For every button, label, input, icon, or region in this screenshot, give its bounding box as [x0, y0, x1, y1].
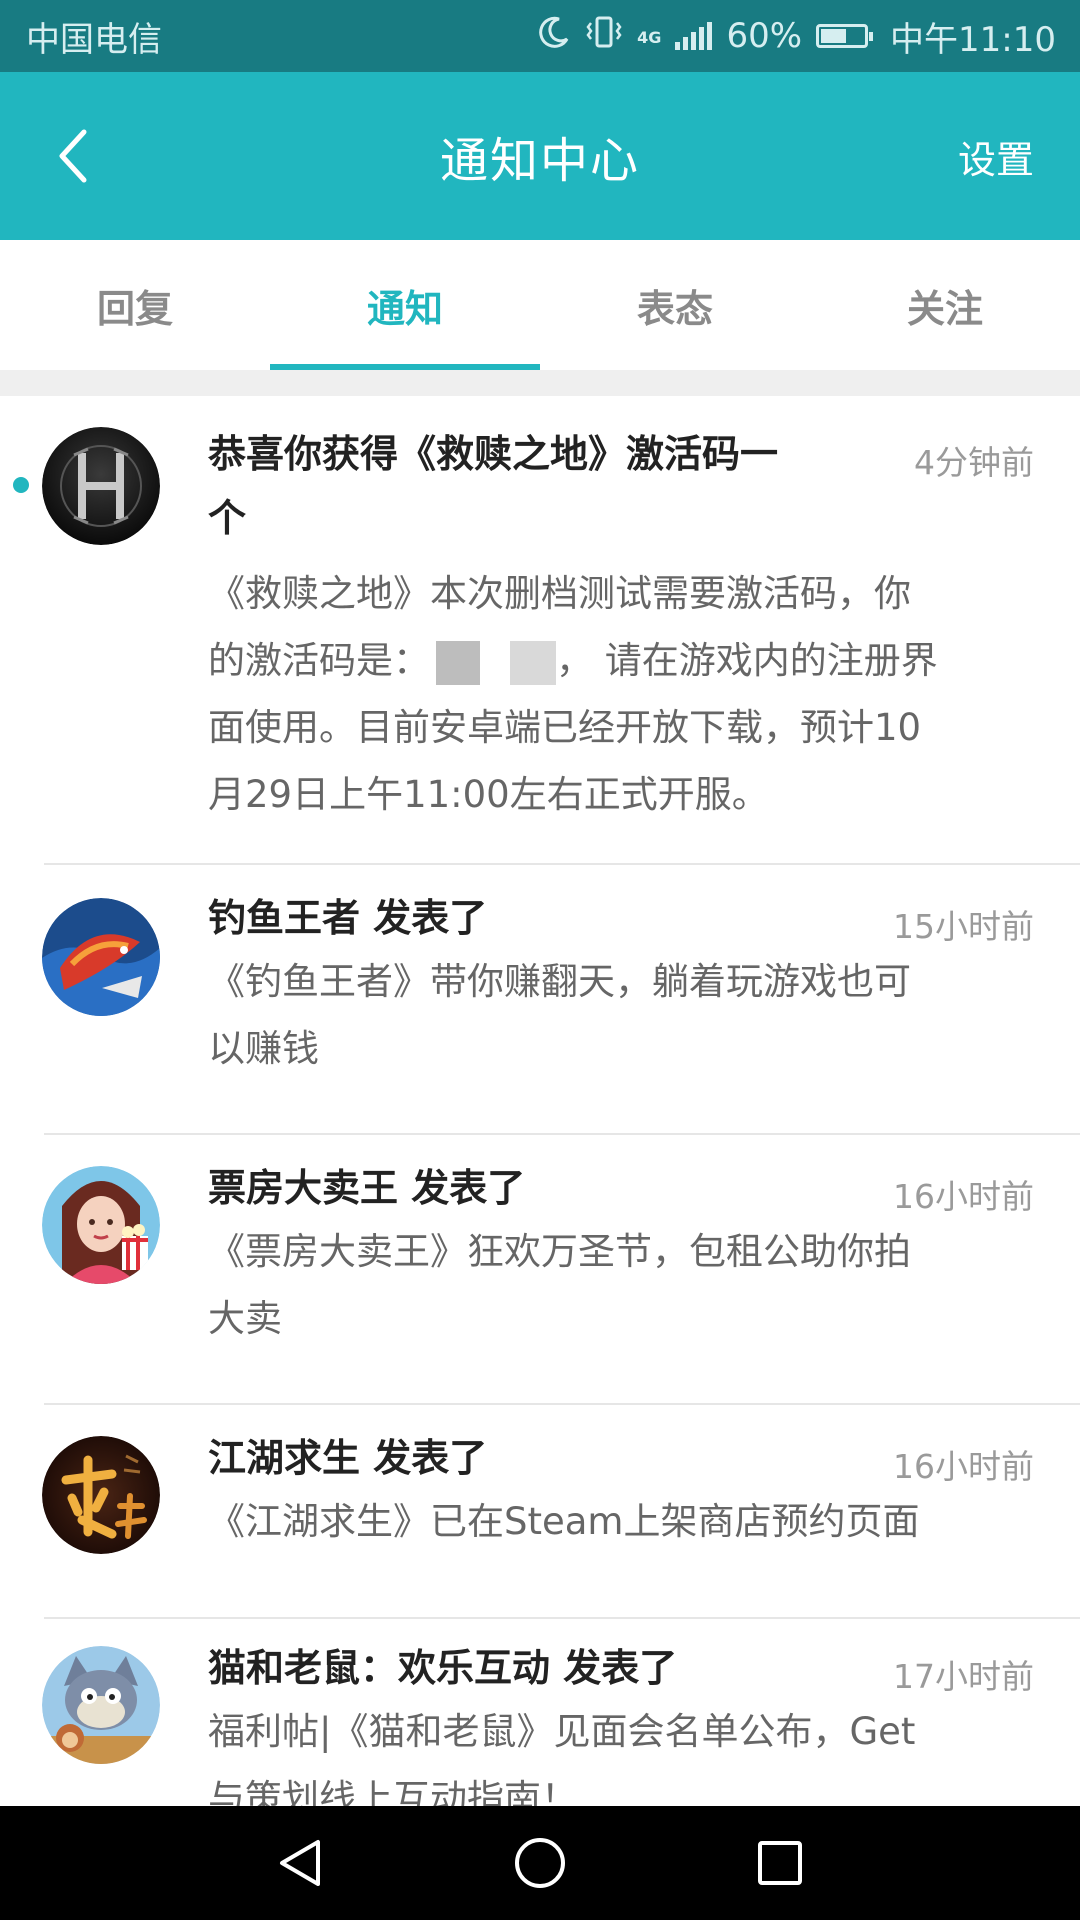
- notification-body: 《票房大卖王》狂欢万圣节，包租公助你拍 大卖: [208, 1230, 911, 1340]
- circle-home-icon: [515, 1838, 565, 1888]
- redacted-code: [436, 640, 480, 685]
- notification-time: 4分钟前: [914, 443, 1034, 482]
- notification-item[interactable]: 钓鱼王者 发表了 15小时前 《钓鱼王者》带你赚翻天，躺着玩游戏也可 以赚钱: [0, 866, 1080, 1136]
- status-icons: 4G 60% 中午11:10: [537, 12, 1080, 61]
- tab-follow[interactable]: 关注: [810, 240, 1080, 370]
- network-type-label: 4G: [637, 27, 662, 47]
- notification-item[interactable]: 恭喜你获得《救赎之地》激活码一 个 4分钟前 《救赎之地》本次删档测试需要激活码…: [0, 396, 1080, 866]
- settings-button[interactable]: 设置: [958, 72, 1034, 240]
- divider: [44, 1617, 1080, 1619]
- section-gap: [0, 370, 1080, 396]
- app-bar: 通知中心 设置: [0, 72, 1080, 240]
- carrier-label: 中国电信: [26, 19, 162, 60]
- triangle-back-icon: [280, 1840, 320, 1886]
- divider: [44, 1133, 1080, 1135]
- battery-percent: 60%: [726, 16, 803, 56]
- nav-home-button[interactable]: [505, 1830, 575, 1896]
- nav-back-button[interactable]: [266, 1830, 336, 1896]
- notification-item[interactable]: 猫和老鼠：欢乐互动 发表了 17小时前 福利帖|《猫和老鼠》见面会名单公布，Ge…: [0, 1620, 1080, 1806]
- page-title: 通知中心: [439, 133, 640, 189]
- notification-title: 恭喜你获得《救赎之地》激活码一 个: [208, 432, 779, 540]
- fishing-game-avatar: [42, 898, 160, 1016]
- system-nav-bar: [0, 1806, 1080, 1920]
- notification-title: 猫和老鼠：欢乐互动 发表了: [208, 1646, 678, 1690]
- square-recents-icon: [758, 1841, 802, 1885]
- clock: 中午11:10: [890, 19, 1056, 60]
- notification-time: 15小时前: [893, 907, 1034, 946]
- notification-title: 票房大卖王 发表了: [208, 1166, 526, 1210]
- vibrate-icon: [585, 15, 623, 58]
- popcorn-girl-avatar: [42, 1166, 160, 1284]
- status-bar: 中国电信 4G 60% 中午11:10: [0, 0, 1080, 72]
- redacted-code: [510, 640, 556, 685]
- tom-jerry-avatar: [42, 1646, 160, 1764]
- notification-time: 16小时前: [893, 1177, 1034, 1216]
- h-logo-avatar: [42, 427, 160, 545]
- tab-reaction[interactable]: 表态: [540, 240, 810, 370]
- notification-body: 《江湖求生》已在Steam上架商店预约页面: [208, 1500, 920, 1543]
- jianghu-calligraphy-avatar: [42, 1436, 160, 1554]
- tab-notification[interactable]: 通知: [270, 240, 540, 370]
- signal-icon: [675, 22, 713, 50]
- moon-icon: [537, 15, 571, 58]
- divider: [44, 863, 1080, 865]
- battery-icon: [816, 24, 874, 48]
- notification-body: 福利帖|《猫和老鼠》见面会名单公布，Get 与策划线上互动指南！: [208, 1710, 916, 1806]
- notification-body: 《救赎之地》本次删档测试需要激活码，你 的激活码是：， 请在游戏内的注册界 面使…: [208, 572, 938, 816]
- notification-title: 江湖求生 发表了: [208, 1436, 488, 1480]
- notification-time: 16小时前: [893, 1447, 1034, 1486]
- notification-time: 17小时前: [893, 1657, 1034, 1696]
- nav-recents-button[interactable]: [745, 1830, 815, 1896]
- notification-item[interactable]: 江湖求生 发表了 16小时前 《江湖求生》已在Steam上架商店预约页面: [0, 1406, 1080, 1620]
- divider: [44, 1403, 1080, 1405]
- tab-bar: 回复 通知 表态 关注: [0, 240, 1080, 370]
- tab-reply[interactable]: 回复: [0, 240, 270, 370]
- notification-title: 钓鱼王者 发表了: [208, 896, 488, 940]
- unread-dot: [13, 477, 29, 493]
- notification-body: 《钓鱼王者》带你赚翻天，躺着玩游戏也可 以赚钱: [208, 960, 911, 1070]
- notification-item[interactable]: 票房大卖王 发表了 16小时前 《票房大卖王》狂欢万圣节，包租公助你拍 大卖: [0, 1136, 1080, 1406]
